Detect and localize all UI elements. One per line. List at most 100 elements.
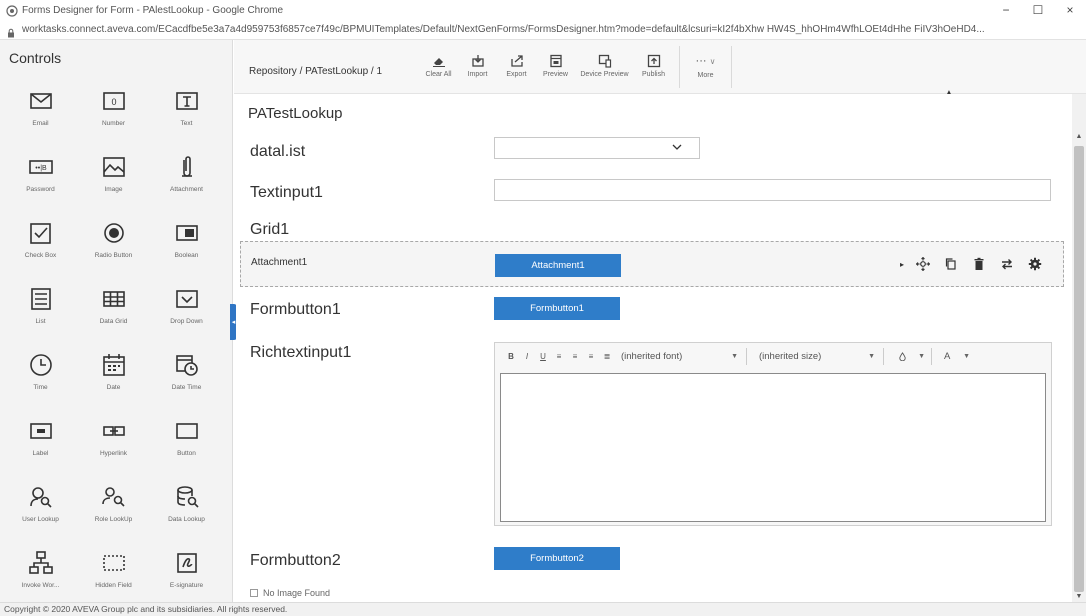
control-label: Hyperlink (99, 450, 128, 457)
control-time[interactable]: Time (4, 352, 77, 418)
control-data-grid[interactable]: Data Grid (77, 286, 150, 352)
more-label: More (697, 72, 714, 79)
more-button[interactable]: ··· ∨ More (686, 40, 725, 94)
copyright-footer: Copyright © 2020 AVEVA Group plc and its… (0, 602, 1086, 616)
control-user-lookup[interactable]: User Lookup (4, 484, 77, 550)
highlight-color-dropdown[interactable]: ▼ (890, 348, 932, 365)
time-icon (29, 354, 52, 376)
form-canvas: PATestLookup datal.ist Textinput1 Grid1 … (236, 94, 1072, 602)
toolbar-divider-end (731, 46, 732, 88)
richtext-area[interactable] (500, 373, 1046, 522)
textinput-field[interactable] (494, 179, 1051, 201)
more-dots-icon: ··· ∨ (695, 55, 716, 67)
datalist-label: datal.ist (250, 143, 306, 160)
bold-button[interactable]: B (503, 352, 519, 361)
control-password[interactable]: ••|B Password (4, 154, 77, 220)
minimize-button[interactable]: − (990, 0, 1022, 20)
control-image[interactable]: Image (77, 154, 150, 220)
control-role-lookup[interactable]: Role LookUp (77, 484, 150, 550)
scrollbar-thumb[interactable] (1074, 146, 1084, 592)
control-date[interactable]: Date (77, 352, 150, 418)
control-label: Data Grid (99, 318, 128, 325)
import-label: Import (467, 71, 488, 78)
control-label: Date Time (171, 384, 202, 391)
attachment-icon (181, 156, 192, 177)
font-family-value: (inherited font) (621, 351, 683, 362)
clear-all-label: Clear All (425, 71, 452, 78)
attachment-row-selected[interactable]: Attachment1 Attachment1 ▸ (240, 241, 1064, 287)
control-label: Drop Down (170, 318, 203, 325)
data-lookup-icon (176, 486, 199, 508)
control-button[interactable]: Button (150, 418, 223, 484)
no-image-placeholder: No Image Found (250, 588, 330, 598)
scroll-down-icon[interactable]: ▼ (1072, 590, 1086, 602)
formbutton1-button[interactable]: Formbutton1 (494, 297, 620, 320)
preview-button[interactable]: Preview (536, 40, 575, 94)
italic-button[interactable]: I (519, 352, 535, 361)
control-dropdown[interactable]: Drop Down (150, 286, 223, 352)
publish-button[interactable]: Publish (634, 40, 673, 94)
toolbar-divider (679, 46, 680, 88)
settings-gear-icon[interactable] (1021, 256, 1049, 272)
control-list[interactable]: List (4, 286, 77, 352)
publish-icon (647, 54, 660, 68)
control-label: Email (32, 120, 49, 127)
copy-icon[interactable] (937, 256, 965, 272)
maximize-button[interactable]: ☐ (1022, 0, 1054, 20)
control-data-lookup[interactable]: Data Lookup (150, 484, 223, 550)
control-radio-button[interactable]: Radio Button (77, 220, 150, 286)
import-button[interactable]: Import (458, 40, 497, 94)
label-icon (29, 423, 52, 439)
move-icon[interactable] (909, 256, 937, 272)
control-checkbox[interactable]: Check Box (4, 220, 77, 286)
font-size-dropdown[interactable]: (inherited size) ▼ (753, 348, 884, 365)
richtext-toolbar: B I U ≡ ≡ ≡ ≣ (inherited font) ▼ (inheri… (495, 343, 1051, 370)
designer-toolbar: Clear All Import Export Preview Device P… (419, 40, 738, 94)
clear-all-button[interactable]: Clear All (419, 40, 458, 94)
control-label: Password (26, 186, 55, 193)
controls-grid: Email 0 Number Text ••|B Password Image Attachm… (0, 88, 233, 616)
control-text[interactable]: Text (150, 88, 223, 154)
scroll-up-icon[interactable]: ▲ (1072, 130, 1086, 142)
underline-button[interactable]: U (535, 352, 551, 361)
breadcrumb[interactable]: Repository / PATestLookup / 1 (249, 66, 382, 77)
control-label: Button (177, 450, 196, 457)
close-button[interactable]: × (1054, 0, 1086, 20)
device-preview-button[interactable]: Device Preview (575, 40, 634, 94)
row-tools: ▸ (895, 256, 1049, 272)
control-label: Role LookUp (94, 516, 133, 523)
vertical-scrollbar[interactable]: ▲ ▼ (1072, 94, 1086, 602)
export-button[interactable]: Export (497, 40, 536, 94)
list-icon (30, 288, 51, 310)
formbutton2-button[interactable]: Formbutton2 (494, 547, 620, 570)
datalist-select[interactable] (494, 137, 700, 159)
email-icon (29, 93, 52, 109)
caret-right-icon[interactable]: ▸ (895, 260, 909, 269)
url-text[interactable]: worktasks.connect.aveva.com/ECacdfbe5e3a… (22, 24, 1086, 35)
browser-title-bar: Forms Designer for Form - PAlestLookup -… (0, 0, 1086, 20)
window-controls: − ☐ × (990, 0, 1086, 20)
address-bar[interactable]: worktasks.connect.aveva.com/ECacdfbe5e3a… (0, 20, 1086, 40)
role-lookup-icon (101, 487, 125, 507)
control-label[interactable]: Label (4, 418, 77, 484)
align-center-icon[interactable]: ≡ (567, 352, 583, 361)
attachment-button[interactable]: Attachment1 (495, 254, 621, 277)
control-number[interactable]: 0 Number (77, 88, 150, 154)
controls-panel: Controls Email 0 Number Text ••|B Password Ima… (0, 40, 233, 602)
text-color-dropdown[interactable]: A ▼ (938, 348, 974, 365)
control-date-time[interactable]: Date Time (150, 352, 223, 418)
align-right-icon[interactable]: ≡ (583, 352, 599, 361)
delete-icon[interactable] (965, 256, 993, 272)
control-attachment[interactable]: Attachment (150, 154, 223, 220)
swap-icon[interactable] (993, 256, 1021, 272)
password-icon: ••|B (28, 160, 53, 174)
align-left-icon[interactable]: ≡ (551, 352, 567, 361)
font-family-dropdown[interactable]: (inherited font) ▼ (621, 348, 747, 365)
control-hyperlink[interactable]: Hyperlink (77, 418, 150, 484)
export-icon (510, 55, 523, 67)
device-preview-icon (598, 54, 611, 68)
justify-icon[interactable]: ≣ (599, 352, 615, 361)
control-boolean[interactable]: Boolean (150, 220, 223, 286)
control-label: Boolean (174, 252, 199, 259)
control-email[interactable]: Email (4, 88, 77, 154)
